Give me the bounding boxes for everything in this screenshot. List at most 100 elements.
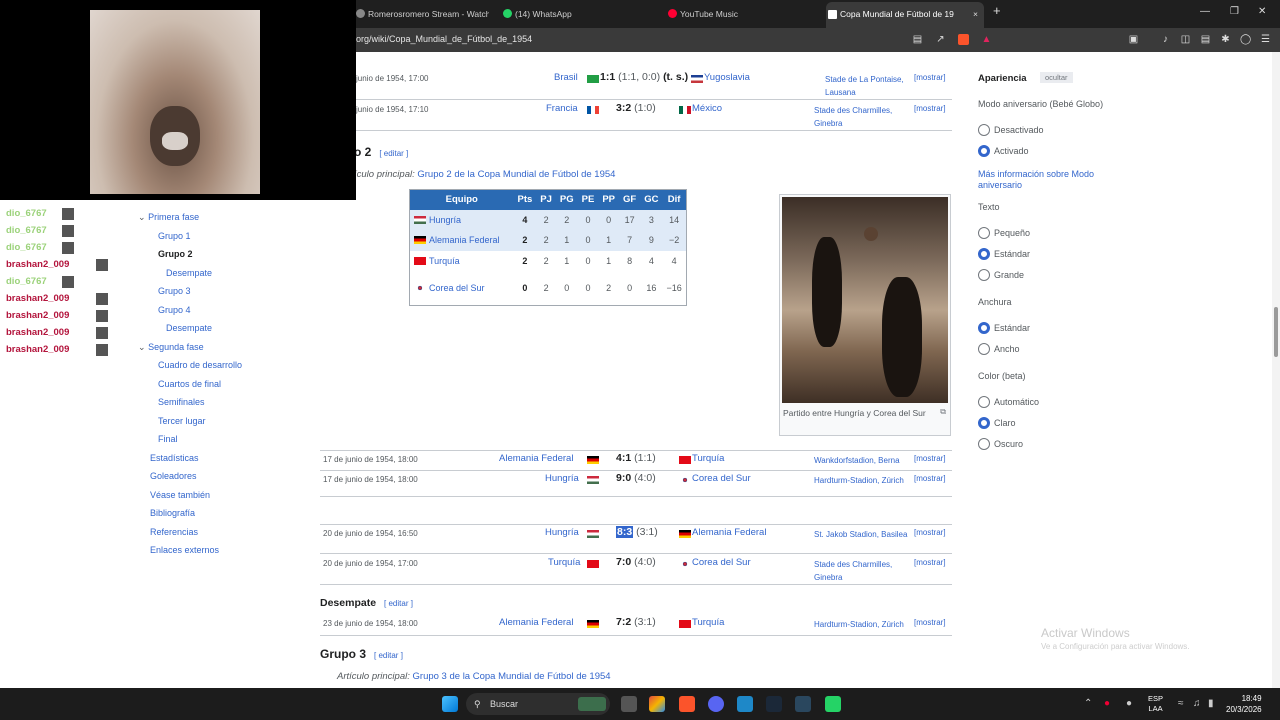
flag-icon <box>414 283 426 292</box>
toc-item[interactable]: ⌄ Primera fase <box>138 208 242 227</box>
whatsapp-icon <box>503 9 512 18</box>
close-window-icon[interactable]: ✕ <box>1258 6 1266 17</box>
edit-link[interactable]: [ editar ] <box>374 651 403 660</box>
toc-item[interactable]: ⌄ Segunda fase <box>138 338 242 357</box>
toc-item[interactable]: Desempate <box>138 319 242 338</box>
tab-youtube-music[interactable]: YouTube Music <box>666 4 816 24</box>
tab-stream[interactable]: Romerosromero Stream - Watch <box>354 4 489 24</box>
close-tab-button[interactable]: × <box>973 2 978 26</box>
app-icon[interactable] <box>649 696 665 712</box>
edit-link[interactable]: [ editar ] <box>379 149 408 158</box>
radio-color-dark[interactable]: Oscuro <box>978 438 1023 450</box>
table-of-contents: ⌄ Primera fase Grupo 1 Grupo 2 Desempate… <box>138 208 242 560</box>
chat-line: brashan2_009 <box>0 341 112 358</box>
volume-icon[interactable]: ♫ <box>1193 698 1201 709</box>
radio-anniv-on[interactable]: Activado <box>978 145 1029 157</box>
share-icon[interactable]: ↗ <box>935 34 946 45</box>
microphone-icon[interactable]: ● <box>1126 698 1132 709</box>
main-article-link[interactable]: Grupo 3 de la Copa Mundial de Fútbol de … <box>413 671 611 682</box>
steam-icon[interactable] <box>795 696 811 712</box>
toc-item[interactable]: Estadísticas <box>138 449 242 468</box>
section-heading-group3: Grupo 3[ editar ] <box>320 647 403 661</box>
task-view-icon[interactable] <box>621 696 637 712</box>
panel-icon[interactable]: ◫ <box>1180 34 1191 45</box>
taskbar-search[interactable]: ⚲ Buscar <box>466 693 610 715</box>
sidebar-toggle-icon[interactable]: ▣ <box>1128 34 1139 45</box>
taskbar: ⚲ Buscar ⌃ ● ● ESP LAA ≈ ♫ ▮ 18:49 20/3/202… <box>0 688 1280 720</box>
enlarge-icon[interactable]: ⧉ <box>940 407 946 417</box>
language-indicator[interactable]: ESP LAA <box>1148 694 1163 714</box>
toc-item[interactable]: Bibliografía <box>138 504 242 523</box>
file-explorer-icon[interactable] <box>737 696 753 712</box>
tray-chevron-icon[interactable]: ⌃ <box>1084 698 1092 709</box>
battery-icon[interactable]: ▮ <box>1208 698 1214 709</box>
toc-item[interactable]: Tercer lugar <box>138 412 242 431</box>
anniv-more-link[interactable]: Más información sobre Modo aniversario <box>978 169 1108 191</box>
match-row: 23 de junio de 1954, 18:00 Alemania Fede… <box>320 615 952 636</box>
radio-anniv-off[interactable]: Desactivado <box>978 124 1044 136</box>
flag-icon <box>587 560 599 568</box>
main-article-link[interactable]: Grupo 2 de la Copa Mundial de Fútbol de … <box>417 169 615 180</box>
toc-item[interactable]: Grupo 1 <box>138 227 242 246</box>
new-tab-button[interactable]: + <box>993 3 1001 18</box>
radio-text-standard[interactable]: Estándar <box>978 248 1030 260</box>
toc-item[interactable]: Semifinales <box>138 393 242 412</box>
wifi-icon[interactable]: ≈ <box>1178 698 1184 709</box>
flag-icon <box>587 75 599 83</box>
chat-overlay: dio_6767 dio_6767 dio_6767 brashan2_009 … <box>0 205 112 358</box>
tab-whatsapp[interactable]: (14) WhatsApp <box>501 4 651 24</box>
flag-icon <box>679 620 691 628</box>
radio-text-large[interactable]: Grande <box>978 269 1024 281</box>
rewards-icon[interactable]: ▲ <box>981 34 992 45</box>
toc-item[interactable]: Véase también <box>138 486 242 505</box>
tab-wikipedia[interactable]: Copa Mundial de Fútbol de 1954 × <box>826 2 984 28</box>
scrollbar[interactable] <box>1272 52 1280 688</box>
toc-item[interactable]: Goleadores <box>138 467 242 486</box>
brave-shield-icon[interactable] <box>958 34 969 45</box>
toc-item-current[interactable]: Grupo 2 <box>138 245 242 264</box>
scrollbar-thumb[interactable] <box>1274 307 1278 357</box>
match-photo[interactable] <box>782 197 948 403</box>
toc-item[interactable]: Desempate <box>138 264 242 283</box>
toc-item[interactable]: Enlaces externos <box>138 541 242 560</box>
table-row: Hungría 4 2 2 0 0 17 3 14 <box>409 209 687 230</box>
player-figure <box>812 237 842 347</box>
toc-item[interactable]: Referencias <box>138 523 242 542</box>
url-field[interactable]: org/wiki/Copa_Mundial_de_Fútbol_de_1954 <box>356 34 532 44</box>
tray-app-icon[interactable]: ● <box>1104 698 1110 709</box>
radio-color-light[interactable]: Claro <box>978 417 1016 429</box>
image-thumbnail[interactable]: Partido entre Hungría y Corea del Sur ⧉ <box>779 194 951 436</box>
webcam-feed <box>90 10 260 194</box>
music-icon[interactable]: ♪ <box>1160 34 1171 45</box>
radio-color-auto[interactable]: Automático <box>978 396 1039 408</box>
stream-icon <box>356 9 365 18</box>
toc-item[interactable]: Cuadro de desarrollo <box>138 356 242 375</box>
match-row: 20 de junio de 1954, 16:50 Hungría 8:3 (… <box>320 524 952 554</box>
radio-width-standard[interactable]: Estándar <box>978 322 1030 334</box>
match-row: 17 de junio de 1954, 18:00 Hungría 9:0 (… <box>320 471 952 497</box>
whatsapp-icon[interactable] <box>825 696 841 712</box>
windows-start-icon[interactable] <box>442 696 458 712</box>
chat-line: dio_6767 <box>0 273 112 290</box>
toc-item[interactable]: Grupo 4 <box>138 301 242 320</box>
vpn-icon[interactable]: ◯ <box>1240 34 1251 45</box>
restore-icon[interactable]: ❐ <box>1230 6 1239 17</box>
clock[interactable]: 18:49 20/3/2026 <box>1226 693 1262 715</box>
radio-width-wide[interactable]: Ancho <box>978 343 1020 355</box>
edit-link[interactable]: [ editar ] <box>384 599 413 608</box>
toc-item[interactable]: Cuartos de final <box>138 375 242 394</box>
radio-text-small[interactable]: Pequeño <box>978 227 1030 239</box>
discord-icon[interactable] <box>708 696 724 712</box>
menu-icon[interactable]: ☰ <box>1260 34 1271 45</box>
toc-item[interactable]: Final <box>138 430 242 449</box>
search-icon: ⚲ <box>474 699 481 709</box>
steam-icon[interactable] <box>766 696 782 712</box>
widget-icon <box>578 697 606 711</box>
hide-button[interactable]: ocultar <box>1040 72 1073 83</box>
brave-icon[interactable] <box>679 696 695 712</box>
reader-icon[interactable]: ▤ <box>912 34 923 45</box>
toc-item[interactable]: Grupo 3 <box>138 282 242 301</box>
extensions-icon[interactable]: ✱ <box>1220 34 1231 45</box>
wallet-icon[interactable]: ▤ <box>1200 34 1211 45</box>
minimize-icon[interactable]: — <box>1200 6 1210 17</box>
